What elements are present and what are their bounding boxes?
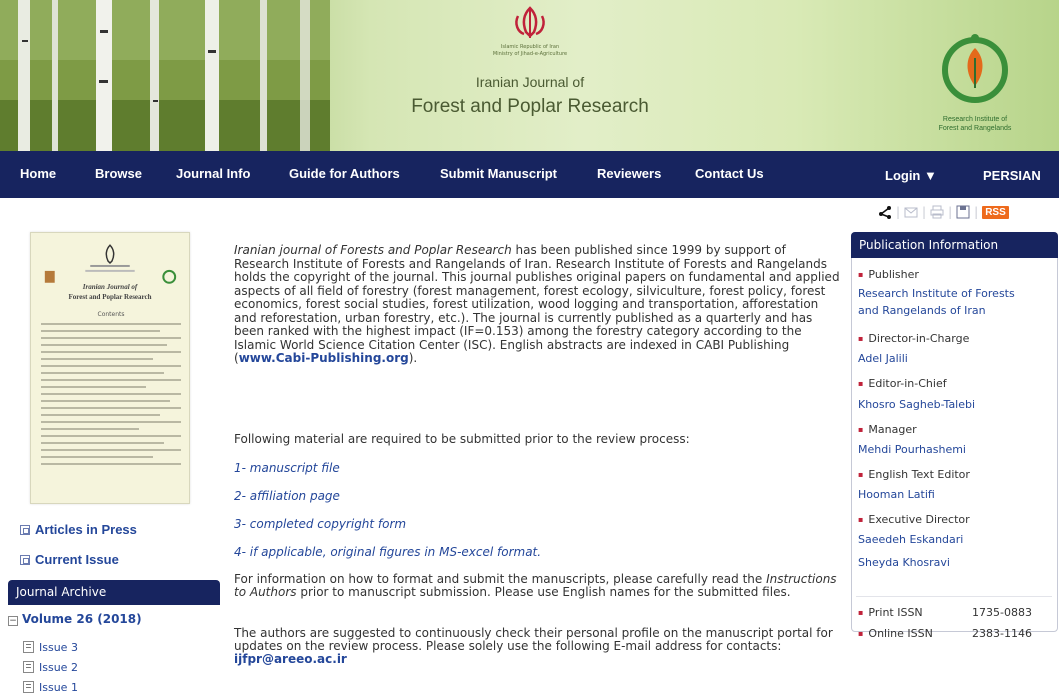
- institute-caption: Research Institute of Forest and Rangela…: [938, 116, 1012, 132]
- emblem-caption: Islamic Republic of Iran Ministry of Jih…: [492, 44, 568, 57]
- document-icon: [23, 661, 34, 673]
- document-icon: [23, 641, 34, 653]
- editor-value[interactable]: Khosro Sagheb-Talebi: [858, 396, 975, 413]
- publisher-label: Publisher: [858, 268, 919, 281]
- issue-2-link[interactable]: Issue 2: [23, 661, 78, 674]
- save-icon[interactable]: [956, 205, 970, 219]
- document-icon: [23, 681, 34, 693]
- nav-contact-us[interactable]: Contact Us: [695, 166, 764, 181]
- iran-emblem-icon: [515, 6, 545, 38]
- english-editor-label: English Text Editor: [858, 468, 970, 481]
- email-icon[interactable]: [904, 205, 918, 219]
- cover-contents-list: Contents: [41, 311, 181, 470]
- nav-home[interactable]: Home: [20, 166, 56, 181]
- publication-info-header: Publication Information: [851, 232, 1058, 258]
- collapse-icon[interactable]: −: [8, 616, 18, 626]
- articles-in-press-link[interactable]: Articles in Press: [20, 522, 137, 537]
- main-nav: Home Browse Journal Info Guide for Autho…: [0, 151, 1059, 198]
- online-issn-label: Online ISSN: [858, 627, 932, 640]
- volume-26-toggle[interactable]: − Volume 26 (2018): [8, 612, 142, 626]
- current-issue-icon: [20, 555, 30, 565]
- director-label: Director-in-Charge: [858, 332, 969, 345]
- contact-email-link[interactable]: ijfpr@areeo.ac.ir: [234, 652, 347, 666]
- journal-title-line1: Iranian Journal of: [475, 74, 585, 90]
- articles-icon: [20, 525, 30, 535]
- nav-reviewers[interactable]: Reviewers: [597, 166, 661, 181]
- publisher-value-line2[interactable]: and Rangelands of Iran: [858, 302, 986, 319]
- journal-title-line2: Forest and Poplar Research: [411, 96, 649, 117]
- issue-3-link[interactable]: Issue 3: [23, 641, 78, 654]
- share-icon[interactable]: [878, 205, 892, 219]
- manager-label: Manager: [858, 423, 916, 436]
- issn-divider: [856, 596, 1052, 597]
- nav-guide-for-authors[interactable]: Guide for Authors: [289, 166, 400, 181]
- header-banner: Islamic Republic of Iran Ministry of Jih…: [0, 0, 1059, 151]
- director-value[interactable]: Adel Jalili: [858, 350, 908, 367]
- utility-toolbar: | | | | RSS: [878, 204, 1009, 220]
- journal-intro-paragraph: Iranian journal of Forests and Poplar Re…: [234, 243, 840, 365]
- english-editor-value[interactable]: Hooman Latifi: [858, 486, 935, 503]
- nav-browse[interactable]: Browse: [95, 166, 142, 181]
- cover-title-line1: Iranian Journal of: [82, 283, 138, 291]
- language-switch-persian[interactable]: PERSIAN: [983, 168, 1041, 183]
- print-icon[interactable]: [930, 205, 944, 219]
- format-instructions-paragraph: For information on how to format and sub…: [234, 572, 837, 599]
- journal-cover-image[interactable]: Iranian Journal of Forest and Poplar Res…: [30, 232, 190, 504]
- required-item-affiliation[interactable]: 2- affiliation page: [234, 489, 340, 503]
- print-issn-value: 1735-0883: [972, 606, 1032, 619]
- publisher-value-line1[interactable]: Research Institute of Forests: [858, 285, 1015, 302]
- journal-name-italic: Iranian journal of Forests and Poplar Re…: [234, 243, 512, 257]
- journal-archive-header: Journal Archive: [8, 580, 220, 605]
- required-materials-lead: Following material are required to be su…: [234, 432, 690, 446]
- issue-1-link[interactable]: Issue 1: [23, 681, 78, 694]
- cabi-link[interactable]: www.Cabi-Publishing.org: [239, 351, 409, 365]
- executive-director-value-2[interactable]: Sheyda Khosravi: [858, 554, 950, 571]
- current-issue-link[interactable]: Current Issue: [20, 552, 119, 567]
- print-issn-label: Print ISSN: [858, 606, 922, 619]
- required-item-copyright[interactable]: 3- completed copyright form: [234, 517, 406, 531]
- executive-director-value-1[interactable]: Saeedeh Eskandari: [858, 531, 963, 548]
- required-item-manuscript[interactable]: 1- manuscript file: [234, 461, 340, 475]
- rss-feed-link[interactable]: RSS: [982, 205, 1009, 219]
- editor-label: Editor-in-Chief: [858, 377, 946, 390]
- online-issn-value: 2383-1146: [972, 627, 1032, 640]
- manager-value[interactable]: Mehdi Pourhashemi: [858, 441, 966, 458]
- contact-paragraph: The authors are suggested to continuousl…: [234, 626, 833, 666]
- executive-director-label: Executive Director: [858, 513, 969, 526]
- research-institute-logo-icon: [942, 34, 1008, 103]
- nav-submit-manuscript[interactable]: Submit Manuscript: [440, 166, 557, 181]
- required-item-figures[interactable]: 4- if applicable, original figures in MS…: [234, 545, 541, 559]
- login-menu[interactable]: Login ▼: [885, 168, 937, 183]
- nav-journal-info[interactable]: Journal Info: [176, 166, 250, 181]
- cover-title-line2: Forest and Poplar Research: [68, 293, 152, 301]
- cover-contents-heading: Contents: [97, 311, 125, 318]
- birch-trees-image: [0, 0, 330, 151]
